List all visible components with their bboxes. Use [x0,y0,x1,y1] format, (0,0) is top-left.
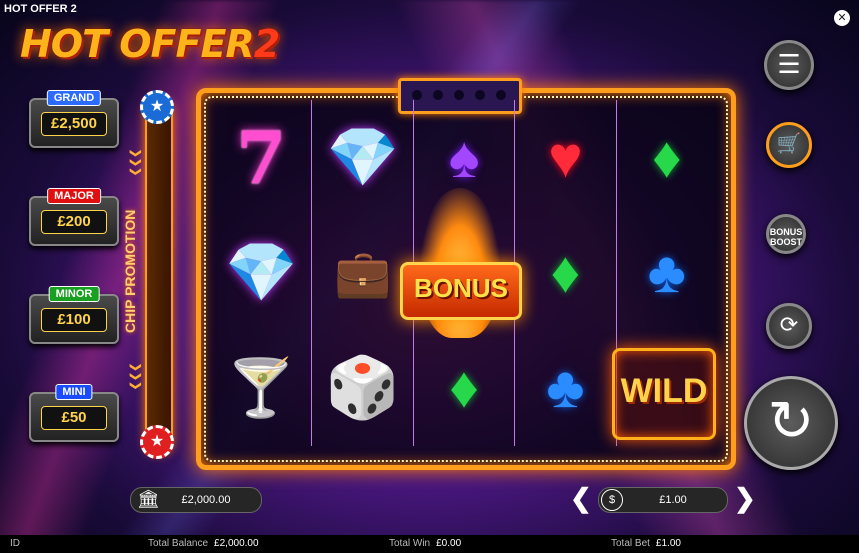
chip-red-icon: ★ [140,425,174,459]
jackpot-amount: £100 [41,308,107,332]
diamond-green-symbol: ♦ [652,124,682,190]
seven-symbol: 7 [236,114,287,200]
bonus-boost-label: BONUS [769,227,803,237]
coin-icon: $ [601,489,623,511]
logo-number: 2 [253,22,280,66]
chip-blue-icon: ★ [140,90,174,124]
jackpot-label: MAJOR [47,188,101,204]
cash-briefcase-symbol: 💼 [333,246,392,299]
game-logo: HOT OFFER2 [20,22,280,66]
bonus-symbol: BONUS [400,262,522,320]
game-title: HOT OFFER 2 [4,3,77,15]
total-bet-value: £1.00 [655,538,681,549]
bank-icon: 🏛 [137,489,160,509]
jackpot-grand: GRAND £2,500 [29,90,119,148]
diamond-green-symbol: ♦ [449,355,479,421]
id-label: ID [10,538,20,549]
balance-value: £2,000.00 [181,494,231,506]
bet-increase-button[interactable]: ❯ [734,484,756,512]
balance-display: 🏛 £2,000.00 [130,487,262,513]
club-blue-symbol: ♣ [647,239,686,305]
diamond-green-symbol: ♦ [550,239,581,305]
total-win-label: Total Win [389,538,431,549]
jackpot-amount: £50 [41,406,107,430]
spin-icon: ↻ [767,389,815,452]
jackpot-mini: MINI £50 [29,384,119,442]
jackpot-amount: £2,500 [41,112,107,136]
club-blue-symbol: ♣ [546,355,585,421]
close-icon[interactable]: ✕ [834,10,850,26]
spin-button[interactable]: ↻ [744,376,838,470]
menu-button[interactable]: ☰ [764,40,814,90]
heart-red-symbol: ♥ [548,124,583,190]
chip-promotion-meter [145,100,173,454]
status-bar: ID Total Balance £2,000.00 Total Win £0.00… [0,535,859,553]
jackpot-minor: MINOR £100 [29,286,119,344]
chevron-icon: ❯❯❯ [129,148,142,177]
buy-feature-button[interactable]: 🛒 [766,122,812,168]
total-balance-value: £2,000.00 [214,538,259,549]
total-win-value: £0.00 [436,538,462,549]
total-bet-label: Total Bet [611,538,650,549]
dice-symbol: 🎲 [325,354,400,422]
total-balance-label: Total Balance [148,538,209,549]
autoplay-button[interactable]: ⟳ [766,303,812,349]
jackpot-label: MINI [55,384,93,400]
logo-text: HOT OFFER [20,22,255,66]
reel-2: 💎 💼 🎲 [312,100,414,446]
jackpot-major: MAJOR £200 [29,188,119,246]
chip-promotion-label: CHIP PROMOTION [122,209,138,333]
bet-value: £1.00 [659,494,687,506]
autoplay-icon: ⟳ [779,312,799,337]
cart-icon: 🛒 [776,133,802,155]
bet-display[interactable]: $ £1.00 [598,487,728,513]
wild-symbol: WILD [612,348,716,440]
reel-4: ♥ ♦ ♣ [515,100,617,446]
menu-icon: ☰ [777,49,801,79]
martini-glass-symbol: 🍸 [226,356,297,420]
diamond-purple-symbol: 💎 [326,124,399,190]
jackpot-label: GRAND [46,90,102,106]
bonus-boost-button[interactable]: BONUS BOOST [766,214,806,254]
jackpot-amount: £200 [41,210,107,234]
chevron-icon: ❯❯❯ [129,362,142,391]
diamond-purple-symbol: 💎 [225,239,298,305]
reel-1: 7 💎 🍸 [211,100,313,446]
bonus-boost-label: BOOST [769,237,802,247]
bet-decrease-button[interactable]: ❮ [570,484,592,512]
jackpot-label: MINOR [48,286,100,302]
